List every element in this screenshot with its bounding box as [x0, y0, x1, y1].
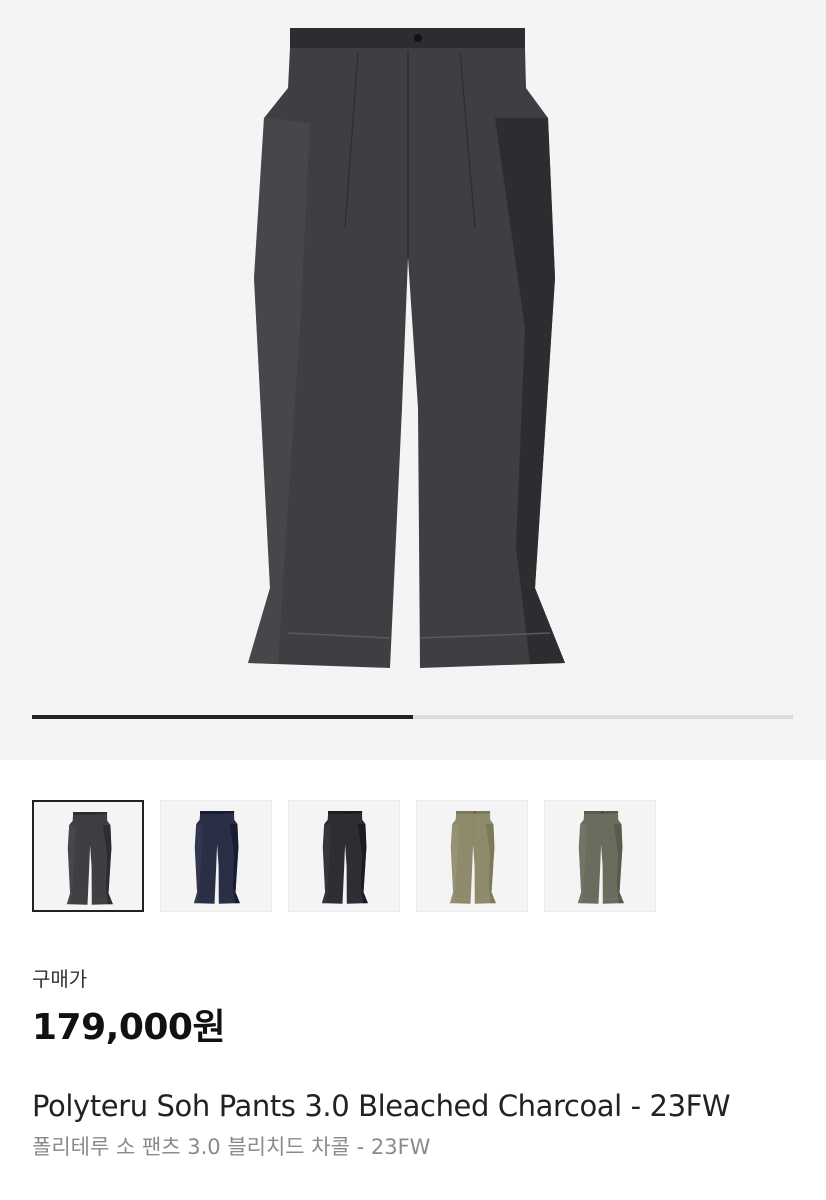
thumbnail-navy[interactable] [160, 800, 272, 912]
thumbnail-beige[interactable] [416, 800, 528, 912]
gallery-progress-fill [32, 715, 413, 719]
thumbnail-charcoal[interactable] [288, 800, 400, 912]
color-variant-thumbnails [32, 800, 672, 914]
thumbnail-pants-image [321, 811, 368, 904]
thumbnail-bleached-charcoal[interactable] [32, 800, 144, 912]
thumbnail-pants-image [577, 811, 624, 904]
product-title-en: Polyteru Soh Pants 3.0 Bleached Charcoal… [32, 1089, 731, 1123]
thumbnail-pants-image [449, 811, 496, 904]
pants-image [248, 28, 565, 668]
thumbnail-olive[interactable] [544, 800, 656, 912]
thumbnail-pants-image [66, 812, 113, 905]
product-title-ko: 폴리테루 소 팬츠 3.0 블리치드 차콜 - 23FW [32, 1135, 431, 1159]
thumbnail-pants-image [193, 811, 240, 904]
price-label: 구매가 [32, 967, 88, 991]
product-main-image[interactable] [0, 0, 826, 760]
product-price: 179,000원 [32, 1007, 226, 1048]
product-image-gallery[interactable] [0, 0, 826, 760]
gallery-progress-track [32, 715, 793, 719]
